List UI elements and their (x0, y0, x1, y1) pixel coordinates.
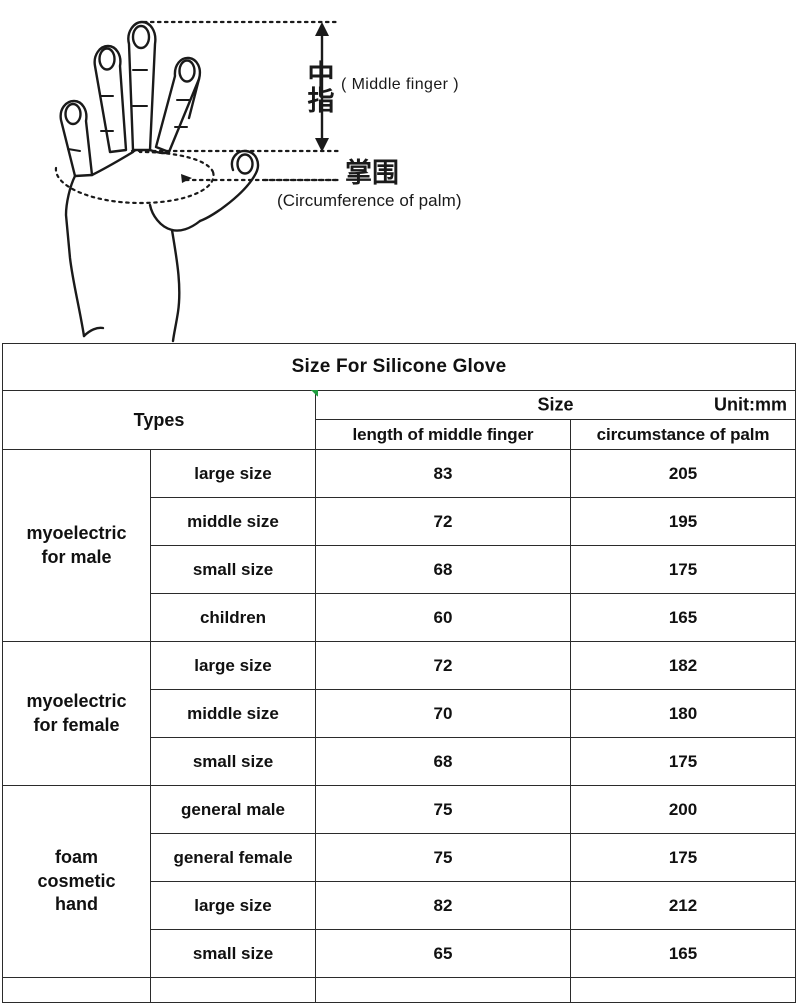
value-palm-circumference: 195 (569, 497, 797, 546)
row-label: children (150, 593, 316, 642)
middle-finger-label-en: ( Middle finger ) (341, 76, 459, 93)
group-label-line: for male (41, 546, 112, 567)
group-label-myoelectric-female: myoelectric for female (2, 641, 151, 786)
row-label: small size (150, 737, 316, 786)
palm-circumference-label-cn: 掌围 (345, 158, 399, 188)
value-palm-circumference: 175 (569, 545, 797, 594)
group-label-line: cosmetic (37, 870, 116, 891)
value-palm-circumference: 205 (569, 449, 797, 498)
value-palm-circumference: 175 (569, 833, 797, 882)
palm-loop-arrow-icon (181, 174, 192, 183)
group-label-line: hand (55, 894, 98, 915)
value-finger-length: 60 (315, 593, 571, 642)
value-finger-length: 75 (315, 785, 571, 834)
row-label: large size (150, 449, 316, 498)
types-header: Types (2, 390, 316, 450)
row-label: general male (150, 785, 316, 834)
table-title: Size For Silicone Glove (1, 343, 797, 391)
value-palm-circumference: 165 (569, 593, 797, 642)
col-header-palm-circumference: circumstance of palm (569, 419, 797, 450)
partial-cell (150, 977, 316, 1003)
value-finger-length: 68 (315, 737, 571, 786)
value-palm-circumference: 182 (569, 641, 797, 690)
value-finger-length: 83 (315, 449, 571, 498)
value-palm-circumference: 180 (569, 689, 797, 738)
table-header-row-1: Types Size Unit:mm (2, 390, 797, 450)
value-finger-length: 68 (315, 545, 571, 594)
group-label-line: myoelectric (26, 690, 127, 711)
table-title-row: Size For Silicone Glove (1, 343, 797, 391)
row-label: general female (150, 833, 316, 882)
hand-outline-icon (54, 20, 340, 343)
value-palm-circumference: 175 (569, 737, 797, 786)
value-finger-length: 70 (315, 689, 571, 738)
row-label: large size (150, 881, 316, 930)
row-label: middle size (150, 497, 316, 546)
value-finger-length: 72 (315, 497, 571, 546)
row-label: large size (150, 641, 316, 690)
partial-cell (2, 977, 151, 1003)
value-palm-circumference: 212 (569, 881, 797, 930)
group-label-line: for female (33, 714, 120, 735)
group-label-foam-cosmetic-hand: foam cosmetic hand (2, 785, 151, 978)
value-finger-length: 72 (315, 641, 571, 690)
value-finger-length: 75 (315, 833, 571, 882)
col-header-finger-length: length of middle finger (315, 419, 571, 450)
table-row-partial (2, 977, 797, 1003)
row-label: small size (150, 545, 316, 594)
value-palm-circumference: 165 (569, 929, 797, 978)
table-row: myoelectric for male large size 83 205 (2, 449, 797, 642)
group-label-line: foam (54, 846, 98, 867)
group-label-line: myoelectric (26, 522, 127, 543)
partial-cell (569, 977, 797, 1003)
size-chart-table: Size For Silicone Glove Types Size Unit:… (1, 343, 797, 1003)
unit-header-label: Unit:mm (714, 394, 788, 415)
partial-cell (315, 977, 571, 1003)
hand-measurement-diagram: 中指 ( Middle finger ) 掌围 (Circumference o… (0, 0, 800, 343)
value-palm-circumference: 200 (569, 785, 797, 834)
group-label-myoelectric-male: myoelectric for male (2, 449, 151, 642)
palm-circumference-label-en: (Circumference of palm) (277, 191, 462, 210)
table-row: myoelectric for female large size 72 182 (2, 641, 797, 786)
row-label: small size (150, 929, 316, 978)
row-label: middle size (150, 689, 316, 738)
table-row: foam cosmetic hand general male 75 200 (2, 785, 797, 978)
value-finger-length: 82 (315, 881, 571, 930)
middle-finger-label-cn: 中指 (307, 60, 335, 117)
size-unit-header: Size Unit:mm (314, 390, 797, 420)
value-finger-length: 65 (315, 929, 571, 978)
